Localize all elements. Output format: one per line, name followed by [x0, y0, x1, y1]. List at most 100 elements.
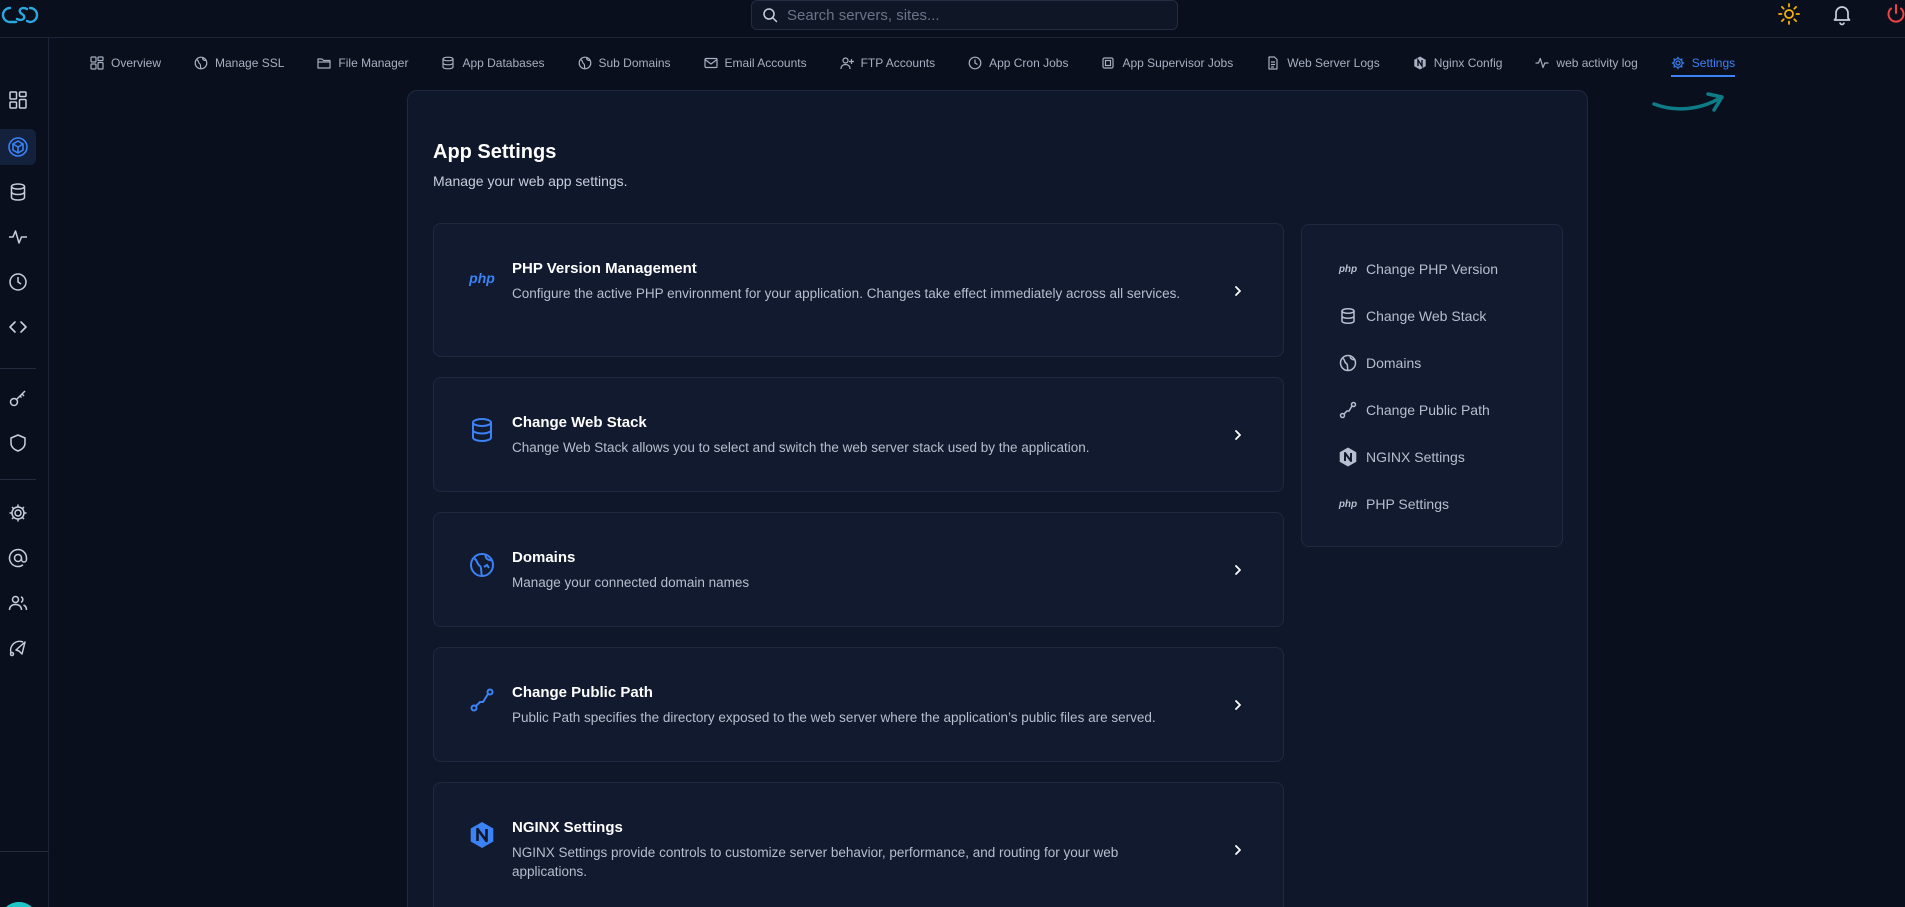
- tab-app-cron-jobs[interactable]: App Cron Jobs: [968, 39, 1068, 87]
- tab-label: App Databases: [462, 56, 545, 70]
- tab-file-manager[interactable]: File Manager: [317, 39, 408, 87]
- tab-label: App Cron Jobs: [989, 56, 1069, 70]
- card-title: PHP Version Management: [512, 260, 697, 277]
- tab-overview[interactable]: Overview: [90, 39, 161, 87]
- tab-email-accounts[interactable]: Email Accounts: [703, 39, 807, 87]
- chevron-right-icon: [1235, 286, 1241, 296]
- database-icon: [10, 183, 26, 201]
- card-php-version[interactable]: php PHP Version Management Configure the…: [433, 223, 1284, 357]
- clock-icon: [9, 273, 27, 291]
- power-icon[interactable]: [1884, 2, 1905, 26]
- sidebar-item-apps[interactable]: [0, 129, 36, 165]
- quick-links-panel: php Change PHP Version Change Web Stack …: [1301, 224, 1563, 547]
- quick-link-change-public-path[interactable]: Change Public Path: [1338, 400, 1490, 420]
- sidebar-item-settings[interactable]: [0, 495, 36, 531]
- deploy-icon: [9, 640, 26, 657]
- search-input[interactable]: [787, 6, 1147, 24]
- tab-nginx-config[interactable]: Nginx Config: [1413, 39, 1502, 87]
- grid-icon: [90, 56, 104, 70]
- sidebar-divider: [0, 368, 36, 369]
- sidebar-item-deploy[interactable]: [0, 630, 36, 666]
- mail-icon: [703, 57, 718, 69]
- bell-icon[interactable]: [1830, 2, 1854, 26]
- tab-label: Email Accounts: [724, 56, 807, 70]
- nginx-icon: [1414, 56, 1426, 70]
- tab-app-supervisor-jobs[interactable]: App Supervisor Jobs: [1101, 39, 1233, 87]
- globe-icon: [194, 56, 208, 70]
- nginx-icon: [468, 821, 496, 849]
- card-public-path[interactable]: Change Public Path Public Path specifies…: [433, 647, 1284, 762]
- card-title: Domains: [512, 549, 576, 566]
- path-icon: [1338, 400, 1358, 420]
- chevron-right-icon: [1235, 845, 1241, 855]
- quick-link-label: Change Public Path: [1366, 402, 1490, 418]
- cube-icon: [8, 137, 28, 157]
- search-icon: [763, 8, 778, 23]
- shield-icon: [10, 434, 26, 452]
- php-icon: php: [1338, 494, 1358, 514]
- database-icon: [1338, 306, 1358, 326]
- quick-link-label: NGINX Settings: [1366, 449, 1465, 465]
- grid-icon: [9, 91, 27, 109]
- avatar[interactable]: [0, 902, 38, 907]
- php-icon-text: php: [1338, 263, 1358, 275]
- sidebar-item-dashboard[interactable]: [0, 82, 36, 118]
- user-avatar-icon: [0, 902, 38, 907]
- card-nginx-settings[interactable]: NGINX Settings NGINX Settings provide co…: [433, 782, 1284, 907]
- tab-label: web activity log: [1556, 56, 1638, 70]
- pointer-arrow-icon: [1652, 92, 1724, 112]
- tab-settings[interactable]: Settings: [1670, 39, 1736, 87]
- card-title: Change Public Path: [512, 684, 653, 701]
- tab-web-activity-log[interactable]: web activity log: [1535, 39, 1638, 87]
- quick-link-domains[interactable]: Domains: [1338, 353, 1421, 373]
- card-web-stack[interactable]: Change Web Stack Change Web Stack allows…: [433, 377, 1284, 492]
- activity-icon: [1535, 57, 1549, 69]
- sidebar-item-code[interactable]: [0, 309, 36, 345]
- sidebar-item-cron[interactable]: [0, 264, 36, 300]
- tab-app-databases[interactable]: App Databases: [441, 39, 545, 87]
- gear-icon: [1671, 56, 1684, 70]
- sidebar-item-monitoring[interactable]: [0, 219, 36, 255]
- quick-link-change-web-stack[interactable]: Change Web Stack: [1338, 306, 1486, 326]
- quick-link-label: Change PHP Version: [1366, 261, 1499, 277]
- page-title: App Settings: [433, 141, 557, 163]
- tab-ftp-accounts[interactable]: FTP Accounts: [839, 39, 935, 87]
- quick-link-change-php-version[interactable]: php Change PHP Version: [1338, 259, 1498, 279]
- sidebar-divider: [0, 851, 49, 852]
- logo[interactable]: [0, 2, 44, 26]
- key-icon: [9, 390, 26, 407]
- sidebar-item-security[interactable]: [0, 425, 36, 461]
- card-description: Public Path specifies the directory expo…: [512, 710, 1156, 725]
- user-plus-icon: [839, 57, 854, 70]
- search-box[interactable]: [751, 0, 1178, 30]
- users-icon: [8, 595, 28, 611]
- sidebar-item-email[interactable]: [0, 540, 36, 576]
- sidebar-item-databases[interactable]: [0, 174, 36, 210]
- nginx-icon: [1338, 447, 1358, 467]
- tab-label: Settings: [1691, 56, 1736, 70]
- globe-icon: [468, 551, 496, 579]
- app-root: Overview Manage SSL File Manager App Dat…: [0, 0, 1905, 907]
- tab-web-server-logs[interactable]: Web Server Logs: [1266, 39, 1380, 87]
- tab-sub-domains[interactable]: Sub Domains: [578, 39, 671, 87]
- sidebar-item-users[interactable]: [0, 585, 36, 621]
- card-title: NGINX Settings: [512, 819, 623, 836]
- tab-label: File Manager: [338, 56, 409, 70]
- sidebar-divider: [0, 479, 36, 480]
- quick-link-nginx-settings[interactable]: NGINX Settings: [1338, 447, 1465, 467]
- tab-label: Sub Domains: [598, 56, 671, 70]
- tab-label: Web Server Logs: [1287, 56, 1380, 70]
- quick-link-label: Change Web Stack: [1366, 308, 1487, 324]
- card-domains[interactable]: Domains Manage your connected domain nam…: [433, 512, 1284, 627]
- activity-icon: [9, 230, 27, 244]
- card-description: Configure the active PHP environment for…: [512, 286, 1181, 301]
- sidebar-item-keys[interactable]: [0, 380, 36, 416]
- code-icon: [9, 321, 27, 333]
- folder-icon: [317, 58, 332, 69]
- sun-icon[interactable]: [1777, 2, 1801, 26]
- page-subtitle: Manage your web app settings.: [433, 173, 628, 189]
- tab-manage-ssl[interactable]: Manage SSL: [194, 39, 284, 87]
- quick-link-php-settings[interactable]: php PHP Settings: [1338, 494, 1449, 514]
- at-icon: [8, 548, 28, 568]
- php-icon-text: php: [1338, 498, 1358, 510]
